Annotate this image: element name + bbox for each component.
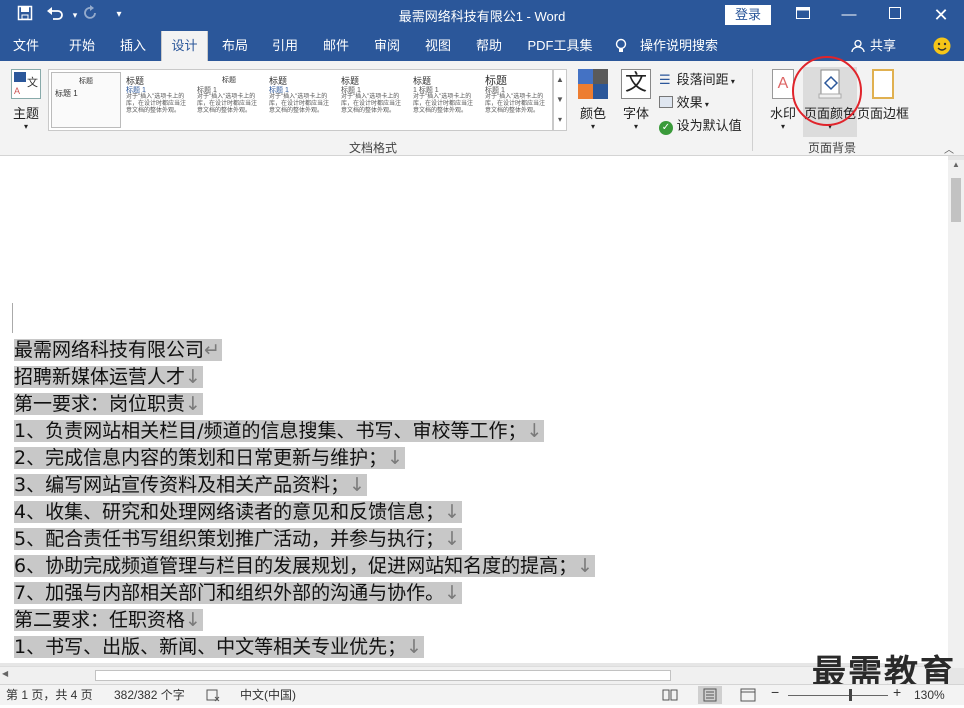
gallery-more-icon[interactable]: ▾ bbox=[554, 110, 566, 130]
collapse-ribbon-icon[interactable]: ︿ bbox=[944, 141, 954, 156]
chevron-up-icon[interactable]: ▲ bbox=[554, 70, 566, 90]
print-layout-icon[interactable] bbox=[698, 686, 722, 704]
themes-button[interactable]: 文 A 主题 ▾ bbox=[8, 67, 44, 133]
proofing-icon[interactable] bbox=[206, 688, 222, 706]
document-line[interactable]: 2、完成信息内容的策划和日常更新与维护；↓ bbox=[14, 445, 406, 471]
page-borders-icon bbox=[872, 69, 894, 99]
zoom-slider-thumb[interactable] bbox=[849, 689, 852, 701]
horizontal-scrollbar[interactable]: ◀ ▶ bbox=[0, 666, 948, 684]
chevron-down-icon: ▾ bbox=[23, 122, 28, 131]
tab-references[interactable]: 引用 bbox=[262, 31, 308, 61]
style-set-item[interactable]: 标题 标题 1 对于"插入"选项卡上的库，在设计时都应当注意文档的整体外观。 bbox=[482, 72, 552, 128]
document-line[interactable]: 6、协助完成频道管理与栏目的发展规划，促进网站知名度的提高；↓ bbox=[14, 553, 596, 579]
ribbon-display-icon[interactable] bbox=[788, 3, 818, 27]
tab-design[interactable]: 设计 bbox=[161, 31, 208, 61]
style-set-gallery: 标题 标题 1 标题 标题 1 对于"插入"选项卡上的库，在设计时都应当注意文档… bbox=[48, 69, 553, 131]
share-button[interactable]: 共享 bbox=[868, 31, 898, 61]
fonts-icon: 文 bbox=[621, 69, 651, 99]
undo-icon[interactable] bbox=[44, 5, 66, 27]
set-as-default-button[interactable]: ✓ 设为默认值 bbox=[659, 115, 742, 135]
tab-file[interactable]: 文件 bbox=[0, 31, 52, 61]
chevron-up-icon[interactable]: ▲ bbox=[948, 160, 964, 174]
document-line[interactable]: 第一要求：岗位职责↓ bbox=[14, 391, 203, 417]
tab-review[interactable]: 审阅 bbox=[364, 31, 410, 61]
tab-help[interactable]: 帮助 bbox=[466, 31, 512, 61]
document-line[interactable]: 4、收集、研究和处理网络读者的意见和反馈信息；↓ bbox=[14, 499, 463, 525]
vertical-scrollbar[interactable]: ▲ bbox=[948, 160, 964, 668]
zoom-out-button[interactable]: − bbox=[771, 685, 779, 700]
login-button[interactable]: 登录 bbox=[725, 5, 771, 25]
lightbulb-icon bbox=[614, 31, 628, 61]
close-icon[interactable]: ✕ bbox=[926, 3, 956, 27]
page-count[interactable]: 第 1 页，共 4 页 bbox=[6, 688, 93, 703]
fonts-button[interactable]: 文 字体 ▾ bbox=[617, 67, 655, 137]
themes-label: 主题 bbox=[12, 106, 39, 121]
ribbon: 文 A 主题 ▾ 标题 标题 1 标题 标题 1 对于"插入"选项卡上的库，在设… bbox=[0, 56, 964, 156]
document-line[interactable]: 招聘新媒体运营人才↓ bbox=[14, 364, 203, 390]
read-mode-icon[interactable] bbox=[662, 688, 678, 706]
tab-pdf-tools[interactable]: PDF工具集 bbox=[520, 31, 600, 61]
customize-icon[interactable]: ▾ bbox=[108, 5, 130, 25]
checkmark-icon: ✓ bbox=[659, 121, 673, 135]
style-set-item[interactable]: 标题 标题 1 对于"插入"选项卡上的库，在设计时都应当注意文档的整体外观。 bbox=[266, 72, 336, 128]
paragraph-spacing-icon: ☰ bbox=[659, 72, 671, 87]
chevron-down-icon: ▾ bbox=[633, 122, 638, 131]
tab-mailings[interactable]: 邮件 bbox=[313, 31, 359, 61]
page-borders-button[interactable]: 页面边框 bbox=[857, 67, 909, 137]
document-line[interactable]: 1、书写、出版、新闻、中文等相关专业优先；↓ bbox=[14, 634, 425, 660]
document-line[interactable]: 3、编写网站宣传资料及相关产品资料；↓ bbox=[14, 472, 368, 498]
zoom-in-button[interactable]: + bbox=[893, 685, 901, 700]
horizontal-scroll-thumb[interactable] bbox=[95, 670, 671, 681]
style-set-item[interactable]: 标题 标题 1 bbox=[51, 72, 121, 128]
title-bar: ▾ ▾ 最需网络科技有限公1 - Word 登录 — ✕ bbox=[0, 0, 964, 31]
colors-icon bbox=[578, 69, 608, 99]
document-line[interactable]: 最需网络科技有限公司↵ bbox=[14, 337, 222, 363]
highlight-circle bbox=[792, 56, 862, 126]
group-label-page-background: 页面背景 bbox=[808, 141, 857, 155]
effects-button[interactable]: 效果 ▾ bbox=[659, 92, 709, 112]
vertical-scroll-thumb[interactable] bbox=[951, 178, 961, 222]
web-layout-icon[interactable] bbox=[740, 688, 756, 706]
maximize-icon[interactable] bbox=[880, 3, 910, 27]
colors-button[interactable]: 颜色 ▾ bbox=[574, 67, 612, 137]
themes-icon: 文 A bbox=[11, 69, 41, 99]
document-line[interactable]: 1、负责网站相关栏目/频道的信息搜集、书写、审校等工作；↓ bbox=[14, 418, 545, 444]
tab-home[interactable]: 开始 bbox=[56, 31, 108, 61]
group-label-document-format: 文档格式 bbox=[349, 141, 398, 155]
window-title: 最需网络科技有限公1 - Word bbox=[398, 9, 566, 24]
style-set-item[interactable]: 标题 1 标题 1 对于"插入"选项卡上的库，在设计时都应当注意文档的整体外观。 bbox=[410, 72, 480, 128]
document-line[interactable]: 第二要求：任职资格↓ bbox=[14, 607, 203, 633]
tab-insert[interactable]: 插入 bbox=[108, 31, 158, 61]
margin-mark bbox=[12, 303, 13, 333]
status-bar: 第 1 页，共 4 页 382/382 个字 中文(中国) − + 130% bbox=[0, 684, 964, 705]
group-separator bbox=[752, 69, 753, 151]
word-count[interactable]: 382/382 个字 bbox=[114, 688, 185, 703]
save-icon[interactable] bbox=[14, 5, 36, 27]
tab-layout[interactable]: 布局 bbox=[212, 31, 258, 61]
effects-icon bbox=[659, 96, 673, 108]
document-line[interactable]: 5、配合责任书写组织策划推广活动，并参与执行；↓ bbox=[14, 526, 463, 552]
language-indicator[interactable]: 中文(中国) bbox=[240, 688, 296, 703]
tab-view[interactable]: 视图 bbox=[415, 31, 461, 61]
page-top bbox=[0, 156, 948, 180]
document-line[interactable]: 7、加强与内部相关部门和组织外部的沟通与协作。↓ bbox=[14, 580, 463, 606]
minimize-icon[interactable]: — bbox=[834, 3, 864, 27]
chevron-down-icon[interactable]: ▼ bbox=[554, 90, 566, 110]
chevron-left-icon[interactable]: ◀ bbox=[2, 669, 8, 678]
style-set-item[interactable]: 标题 标题 1 对于"插入"选项卡上的库，在设计时都应当注意文档的整体外观。 bbox=[338, 72, 408, 128]
redo-icon[interactable] bbox=[80, 5, 102, 27]
tell-me-search[interactable]: 操作说明搜索 bbox=[636, 31, 722, 61]
zoom-slider[interactable] bbox=[788, 695, 888, 696]
style-set-item[interactable]: 标题 标题 1 对于"插入"选项卡上的库，在设计时都应当注意文档的整体外观。 bbox=[194, 72, 264, 128]
smiley-icon[interactable] bbox=[932, 31, 952, 61]
chevron-down-icon: ▾ bbox=[590, 122, 595, 131]
document-page[interactable]: 最需网络科技有限公司↵ 招聘新媒体运营人才↓ 第一要求：岗位职责↓ 1、负责网站… bbox=[0, 180, 948, 663]
gallery-scroll[interactable]: ▲ ▼ ▾ bbox=[553, 69, 567, 131]
paragraph-spacing-button[interactable]: ☰ 段落间距 ▾ bbox=[659, 69, 735, 89]
zoom-level[interactable]: 130% bbox=[914, 688, 945, 703]
style-set-item[interactable]: 标题 标题 1 对于"插入"选项卡上的库，在设计时都应当注意文档的整体外观。 bbox=[123, 72, 193, 128]
